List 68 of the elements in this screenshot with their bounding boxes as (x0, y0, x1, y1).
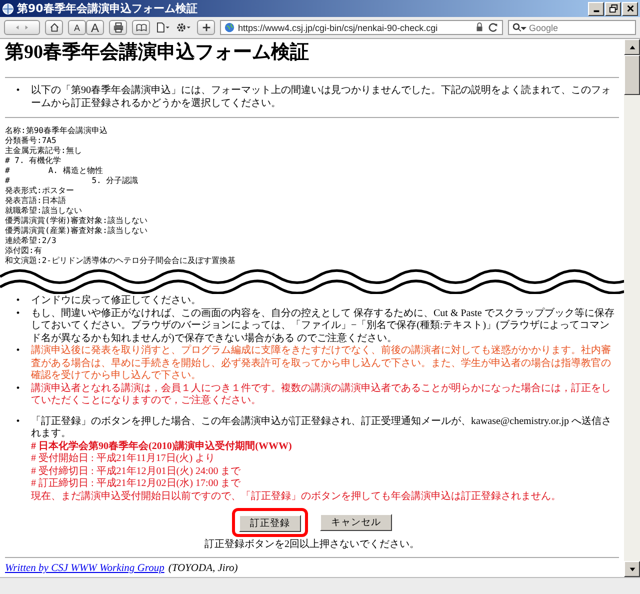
note-text: 講演申込後に発表を取り消すと、プログラム編成に支障をきたすだけでなく、前後の講演者に対しても迷惑がかかります。社内審査がある場合は、早めに手続きを開始し、必ず発表許可を取ってから申し込んで下さい。また、学生が申込者の場合は指導教官の確認を受けてから申し込んで下さい。 (31, 345, 612, 382)
bullet: • (15, 308, 21, 320)
search-icon (511, 22, 527, 33)
note-text: 講演申込者となれる講演は，会員１人につき１件です。複数の講演の講演申込者であることが明らかになった場合には，訂正をしていただくことになりますので，ご注意ください。 (31, 382, 612, 408)
form-field-line: # A. 構造と物性 (5, 166, 104, 176)
page-menu-icon[interactable] (155, 22, 171, 33)
lock-icon (474, 22, 485, 33)
form-button[interactable]: 訂正登録 (239, 515, 301, 532)
scrollbar[interactable] (624, 39, 640, 577)
address-field[interactable]: https://www4.csj.jp/cgi-bin/csj/nenkai-90-check.cgi (220, 20, 503, 35)
restore-icon (608, 4, 618, 13)
page-heading: 第90春季年会講演申込フォーム検証 (5, 41, 310, 65)
scroll-down-button[interactable] (624, 561, 640, 577)
form-field-line: 連続希望:2/3 (5, 236, 58, 246)
text-size-button[interactable]: A (68, 20, 86, 35)
form-field-line: 発表言語:日本語 (5, 196, 67, 206)
search-field[interactable]: Google (508, 20, 636, 35)
form-button[interactable]: キャンセル (320, 514, 392, 531)
printer-icon (112, 22, 124, 33)
bullet: • (15, 85, 21, 98)
restore-button[interactable] (605, 2, 621, 16)
settings-icon[interactable] (176, 22, 192, 33)
bullet: • (15, 345, 21, 358)
form-field-line: 優秀講演賞(学術)審査対象:該当しない (5, 216, 148, 226)
minimize-button[interactable] (588, 2, 604, 16)
reload-icon[interactable] (488, 22, 499, 33)
bullet: • (15, 416, 21, 428)
plus-icon (200, 22, 212, 33)
book-button[interactable] (132, 20, 150, 35)
bullet: • (15, 382, 21, 395)
down-arrow-icon (628, 564, 636, 574)
submit-note-text: 「訂正登録」のボタンを押した場合、この年会講演申込が訂正登録され、訂正受理通知メールが、kawase@chemistry.or.jp へ送信されます。 (31, 416, 612, 440)
print-button[interactable] (109, 20, 127, 35)
schedule-text: # 日本化学会第90春季年会(2010)講演申込受付期間(WWW) (31, 440, 293, 452)
form-field-line: 名称:第90春季年会講演申込 (5, 126, 108, 136)
intro-text: 以下の「第90春季年会講演申込」には、フォーマット上の間違いは見つかりませんでした。下記の説明をよく読まれて、このフォームから訂正登録されるかどうかを選択してください。 (31, 85, 612, 110)
scroll-up-button[interactable] (624, 39, 640, 55)
form-field-line: # 5. 分子認識 (5, 176, 140, 186)
form-field-line: 主金属元素記号:無し (5, 146, 83, 156)
note-text: もし、間違いや修正がなければ、この画面の内容を、自分の控えとして 保存するために、Cut & Paste でスクラップブック等に保存しておいてください。ブラウザのバージョンによっては、「ファイル」−「別名で保存(種類:テキスト)」(ブラウザによってコマンド名が異なるかも知れませんが)で保存できない場合がある のでご注意ください。 (31, 308, 616, 344)
form-field-line: 発表形式:ポスター (5, 186, 75, 196)
author-link[interactable]: Written by CSJ WWW Working Group (5, 563, 164, 574)
schedule-text: # 訂正締切日 : 平成21年12月02日(水) 17:00 まで (31, 478, 242, 490)
schedule-text: # 受付締切日 : 平成21年12月01日(火) 24:00 まで (31, 466, 242, 478)
form-field-line: 添付図:有 (5, 246, 43, 256)
form-field-line: 分類番号:7A5 (5, 136, 58, 146)
form-field-line: 就職希望:該当しない (5, 206, 83, 216)
close-icon (626, 4, 634, 13)
form-field-line: 優秀講演賞(産業)審査対象:該当しない (5, 226, 148, 236)
window-title: 第90春季年会講演申込フォーム検証 (17, 1, 198, 16)
scroll-thumb[interactable] (624, 55, 640, 95)
author-name: (TOYODA, Jiro) (168, 563, 238, 574)
bullet: • (15, 295, 21, 308)
back-forward-button[interactable] (4, 20, 40, 35)
text-size-button[interactable]: A (86, 20, 104, 35)
schedule-text: 現在、まだ講演申込受付開始日以前ですので、「訂正登録」のボタンを押しても年会講演申込は訂正登録されません。 (31, 490, 562, 503)
globe-icon (2, 2, 14, 14)
form-field-line: 和文演題:2-ピリドン誘導体のヘテロ分子間会合に及ぼす置換基 (5, 256, 236, 266)
book-icon (136, 22, 146, 33)
warning-text: 訂正登録ボタンを2回以上押さないでください。 (204, 538, 420, 551)
note-text: インドウに戻って修正してください。 (31, 295, 201, 308)
globe-icon (224, 22, 235, 33)
home-button[interactable] (45, 20, 63, 35)
home-icon (48, 22, 60, 33)
close-button[interactable] (622, 2, 638, 16)
add-bookmark-button[interactable] (197, 20, 215, 35)
schedule-text: # 受付開始日 : 平成21年11月17日(火) より (31, 453, 216, 466)
form-field-line: # 7. 有機化学 (5, 156, 62, 166)
